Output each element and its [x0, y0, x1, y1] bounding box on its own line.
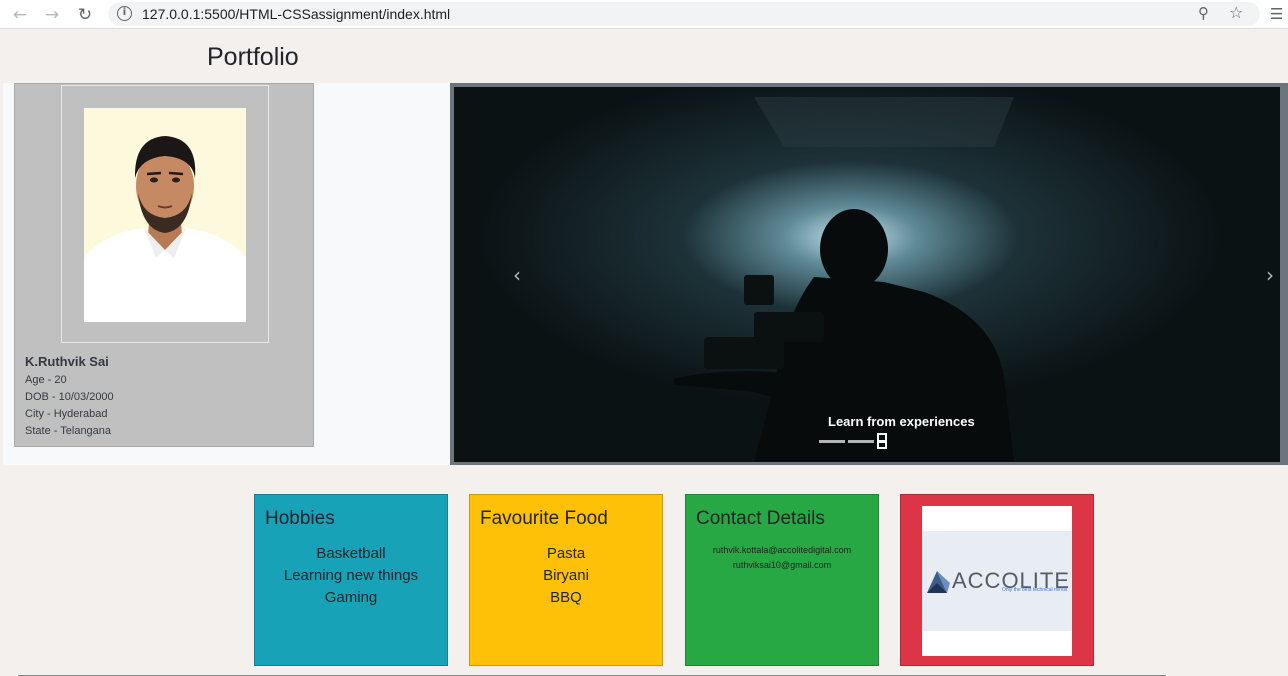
list-item: BBQ	[550, 589, 582, 606]
back-arrow-icon[interactable]: ←	[9, 4, 31, 26]
forward-arrow-icon[interactable]: →	[41, 4, 63, 26]
carousel-caption: Learn from experiences	[828, 414, 975, 429]
accolite-logo: ACCOLITE Only the best technical minds	[922, 506, 1072, 656]
logo-tagline: Only the best technical minds	[1002, 587, 1068, 593]
list-item: Gaming	[324, 589, 378, 606]
profile-age: Age - 20	[25, 374, 67, 386]
extensions-icon[interactable]: ☰	[1270, 5, 1283, 23]
contact-email-personal: ruthviksai10@gmail.com	[732, 560, 832, 570]
list-item: Pasta	[546, 545, 586, 562]
star-icon[interactable]: ☆	[1229, 3, 1243, 22]
profile-name: K.Ruthvik Sai	[25, 354, 109, 369]
list-item: Biryani	[543, 567, 589, 584]
food-list: Pasta Biryani BBQ	[470, 543, 662, 609]
profile-city: City - Hyderabad	[25, 408, 108, 420]
address-bar[interactable]: i 127.0.0.1:5500/HTML-CSSassignment/inde…	[108, 2, 1260, 26]
carousel-indicator-2[interactable]	[848, 439, 874, 443]
photo-frame	[61, 85, 269, 343]
list-item: Basketball	[316, 545, 386, 562]
food-title: Favourite Food	[480, 508, 608, 529]
hobbies-card: Hobbies Basketball Learning new things G…	[254, 494, 448, 666]
profile-state: State - Telangana	[25, 425, 112, 437]
zoom-icon[interactable]: ⚲	[1198, 4, 1209, 22]
carousel-indicator-1[interactable]	[819, 439, 845, 443]
carousel-indicator-3[interactable]	[877, 433, 887, 449]
carousel-indicators	[819, 433, 890, 449]
hobbies-list: Basketball Learning new things Gaming	[255, 543, 447, 609]
info-icon[interactable]: i	[117, 6, 132, 21]
list-item: Learning new things	[283, 567, 419, 584]
contact-list: ruthvik.kottala@accolitedigital.com ruth…	[686, 543, 878, 573]
hobbies-title: Hobbies	[265, 508, 335, 529]
reload-icon[interactable]: ↻	[74, 4, 96, 26]
carousel-prev-icon[interactable]: ‹	[513, 263, 521, 287]
carousel-slide-image	[454, 87, 1280, 462]
profile-dob: DOB - 10/03/2000	[25, 391, 114, 403]
profile-photo	[84, 108, 246, 322]
contact-title: Contact Details	[696, 508, 825, 529]
contact-card: Contact Details ruthvik.kottala@accolite…	[685, 494, 879, 666]
carousel-next-icon[interactable]: ›	[1266, 263, 1274, 287]
food-card: Favourite Food Pasta Biryani BBQ	[469, 494, 663, 666]
carousel: ‹ › Learn from experiences	[450, 83, 1288, 465]
page-title: Portfolio	[207, 43, 299, 71]
url-text[interactable]: 127.0.0.1:5500/HTML-CSSassignment/index.…	[142, 6, 450, 22]
profile-card: K.Ruthvik Sai Age - 20 DOB - 10/03/2000 …	[14, 83, 314, 447]
browser-toolbar: ← → ↻ i 127.0.0.1:5500/HTML-CSSassignmen…	[0, 0, 1288, 29]
logo-card: ACCOLITE Only the best technical minds	[900, 494, 1094, 666]
contact-email-work: ruthvik.kottala@accolitedigital.com	[712, 545, 852, 555]
